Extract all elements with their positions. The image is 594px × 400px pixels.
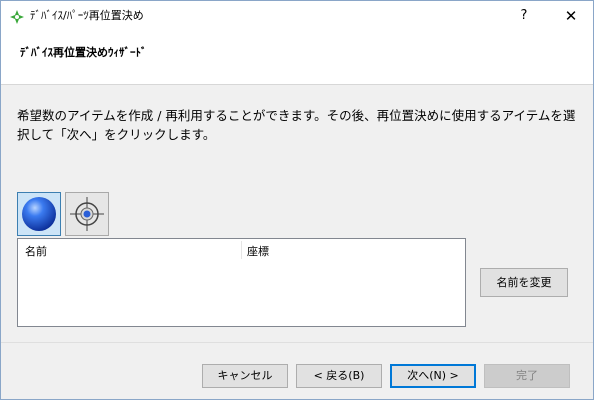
column-divider[interactable] <box>241 241 242 259</box>
wizard-header: ﾃﾞﾊﾞｲｽ再位置決めｳｨｻﾞｰﾄﾞ <box>1 31 593 85</box>
target-tool-button[interactable] <box>65 192 109 236</box>
rename-button[interactable]: 名前を変更 <box>480 268 568 297</box>
wizard-dialog: ﾃﾞﾊﾞｲｽ/ﾊﾟｰﾂ再位置決め ? ✕ ﾃﾞﾊﾞｲｽ再位置決めｳｨｻﾞｰﾄﾞ … <box>0 0 594 400</box>
finish-button[interactable]: 完了 <box>484 364 570 388</box>
column-header-name[interactable]: 名前 <box>25 245 47 259</box>
instruction-text: 希望数のアイテムを作成 / 再利用することができます。その後、再位置決めに使用す… <box>17 108 576 142</box>
back-button[interactable]: < 戻る(B) <box>296 364 382 388</box>
app-logo-icon <box>10 9 24 24</box>
sphere-tool-button[interactable] <box>17 192 61 236</box>
items-list[interactable]: 名前 座標 <box>17 238 466 327</box>
close-button[interactable]: ✕ <box>553 1 589 31</box>
blue-sphere-icon <box>22 197 56 231</box>
cancel-button[interactable]: キャンセル <box>202 364 288 388</box>
next-button[interactable]: 次へ(N) > <box>390 364 476 388</box>
crosshair-target-icon <box>70 197 104 231</box>
help-button[interactable]: ? <box>506 1 542 31</box>
column-header-coordinates[interactable]: 座標 <box>247 245 269 259</box>
title-bar[interactable]: ﾃﾞﾊﾞｲｽ/ﾊﾟｰﾂ再位置決め ? ✕ <box>1 1 593 31</box>
footer-divider <box>1 342 593 343</box>
wizard-header-title: ﾃﾞﾊﾞｲｽ再位置決めｳｨｻﾞｰﾄﾞ <box>20 46 147 59</box>
window-title: ﾃﾞﾊﾞｲｽ/ﾊﾟｰﾂ再位置決め <box>30 9 144 22</box>
